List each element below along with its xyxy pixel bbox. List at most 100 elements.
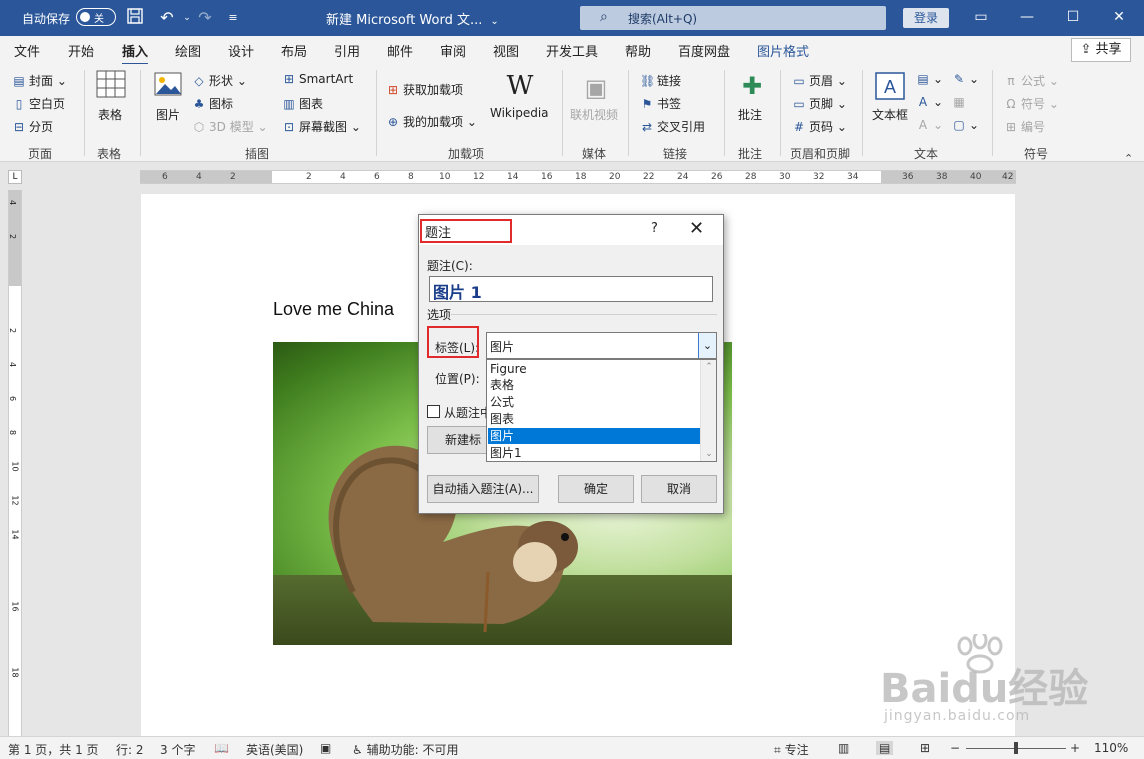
- signature-line-button[interactable]: ✎ ⌄: [952, 72, 979, 86]
- page-break-button[interactable]: ⊟ 分页: [12, 118, 53, 135]
- comment-button-label[interactable]: 批注: [738, 106, 762, 123]
- blank-page-button[interactable]: ▯ 空白页: [12, 95, 65, 112]
- scroll-down-icon[interactable]: ⌄: [701, 449, 717, 459]
- customize-icon[interactable]: ≡: [222, 7, 244, 29]
- help-icon[interactable]: ?: [651, 221, 658, 236]
- table-button-label[interactable]: 表格: [98, 106, 122, 123]
- tab-help[interactable]: 帮助: [625, 41, 651, 60]
- equation-button[interactable]: π 公式 ⌄: [1004, 72, 1059, 89]
- zoom-level[interactable]: 110%: [1094, 741, 1128, 755]
- tab-mailings[interactable]: 邮件: [387, 41, 413, 60]
- tab-selector[interactable]: L: [8, 170, 22, 184]
- label-option[interactable]: 图表: [488, 411, 700, 427]
- page-number-button[interactable]: # 页码 ⌄: [792, 118, 847, 135]
- icons-button[interactable]: ♣ 图标: [192, 95, 233, 112]
- label-dropdown-list[interactable]: Figure 表格 公式 图表 图片 图片1 ⌃ ⌄: [486, 359, 717, 462]
- tab-baidu-netdisk[interactable]: 百度网盘: [678, 41, 730, 60]
- share-button[interactable]: ⇪ 共享: [1071, 38, 1131, 62]
- get-addins-button[interactable]: ⊞ 获取加载项: [386, 81, 463, 98]
- tab-layout[interactable]: 布局: [281, 41, 307, 60]
- cover-page-button[interactable]: ▤ 封面 ⌄: [12, 72, 67, 89]
- ok-button[interactable]: 确定: [558, 475, 634, 503]
- zoom-slider-thumb[interactable]: [1014, 742, 1018, 754]
- word-count[interactable]: 3 个字: [160, 741, 195, 758]
- online-video-icon[interactable]: ▣: [580, 72, 612, 104]
- bookmark-button[interactable]: ⚑ 书签: [640, 95, 681, 112]
- wordart-button[interactable]: A ⌄: [916, 95, 943, 109]
- document-text[interactable]: Love me China: [273, 299, 394, 320]
- proofing-icon[interactable]: 📖: [214, 741, 229, 755]
- save-icon[interactable]: [124, 7, 146, 29]
- online-video-button-label[interactable]: 联机视频: [570, 106, 618, 123]
- track-changes-icon[interactable]: ▣: [320, 741, 331, 755]
- tab-picture-format[interactable]: 图片格式: [757, 41, 809, 60]
- textbox-button-label[interactable]: 文本框: [872, 106, 908, 123]
- language-status[interactable]: 英语(美国): [246, 741, 303, 758]
- tab-references[interactable]: 引用: [334, 41, 360, 60]
- maximize-icon[interactable]: ☐: [1050, 0, 1096, 36]
- smartart-button[interactable]: ⊞ SmartArt: [282, 72, 353, 86]
- tab-home[interactable]: 开始: [68, 41, 94, 60]
- label-option[interactable]: Figure: [488, 361, 700, 377]
- comment-icon[interactable]: ✚: [736, 70, 768, 102]
- ribbon-display-icon[interactable]: ▭: [958, 0, 1004, 36]
- label-combobox[interactable]: 图片 ⌄: [486, 332, 717, 359]
- my-addins-button[interactable]: ⊕ 我的加载项 ⌄: [386, 113, 477, 130]
- read-mode-icon[interactable]: ▥: [838, 741, 849, 755]
- label-option[interactable]: 图片1: [488, 445, 700, 461]
- accessibility-status[interactable]: ♿ 辅助功能: 不可用: [352, 741, 458, 758]
- focus-mode[interactable]: ⌗ 专注: [774, 741, 809, 758]
- cross-reference-button[interactable]: ⇄ 交叉引用: [640, 118, 705, 135]
- dialog-close-icon[interactable]: ✕: [689, 218, 704, 239]
- login-button[interactable]: 登录: [903, 8, 949, 28]
- label-option[interactable]: 公式: [488, 394, 700, 410]
- zoom-out-icon[interactable]: −: [950, 741, 960, 755]
- title-chevron-icon[interactable]: ⌄: [490, 16, 498, 27]
- print-layout-icon[interactable]: ▤: [876, 741, 894, 755]
- new-label-button[interactable]: 新建标签: [427, 426, 487, 454]
- redo-icon[interactable]: ↷: [194, 7, 216, 29]
- screenshot-button[interactable]: ⊡ 屏幕截图 ⌄: [282, 118, 361, 135]
- web-layout-icon[interactable]: ⊞: [920, 741, 930, 755]
- autosave-toggle[interactable]: 关: [76, 8, 116, 26]
- number-button[interactable]: ⊞ 编号: [1004, 118, 1045, 135]
- zoom-in-icon[interactable]: +: [1070, 741, 1080, 755]
- dropcap-button[interactable]: A ⌄: [916, 118, 943, 132]
- symbol-button[interactable]: Ω 符号 ⌄: [1004, 95, 1058, 112]
- wikipedia-icon[interactable]: W: [504, 70, 536, 102]
- tab-insert[interactable]: 插入: [122, 41, 149, 66]
- horizontal-ruler[interactable]: 6 4 2 2 4 6 8 10 12 14 16 18 20 22 24 26…: [140, 170, 1016, 184]
- dropdown-scrollbar[interactable]: ⌃ ⌄: [700, 360, 716, 461]
- line-number[interactable]: 行: 2: [116, 741, 144, 758]
- header-button[interactable]: ▭ 页眉 ⌄: [792, 72, 847, 89]
- quick-parts-button[interactable]: ▤ ⌄: [916, 72, 943, 86]
- picture-button-label[interactable]: 图片: [156, 106, 180, 123]
- date-time-button[interactable]: ▦: [952, 95, 969, 109]
- chevron-down-icon[interactable]: ⌄: [698, 333, 716, 358]
- close-icon[interactable]: ✕: [1096, 0, 1142, 36]
- tab-developer[interactable]: 开发工具: [546, 41, 598, 60]
- picture-icon[interactable]: [152, 72, 184, 104]
- label-option[interactable]: 表格: [488, 377, 700, 393]
- 3d-models-button[interactable]: ⬡ 3D 模型 ⌄: [192, 118, 268, 135]
- collapse-ribbon-icon[interactable]: ⌃: [1124, 152, 1133, 165]
- object-button[interactable]: ▢ ⌄: [952, 118, 979, 132]
- shapes-button[interactable]: ◇ 形状 ⌄: [192, 72, 247, 89]
- link-button[interactable]: ⛓ 链接: [640, 72, 681, 89]
- minimize-icon[interactable]: —: [1004, 0, 1050, 36]
- tab-design[interactable]: 设计: [228, 41, 254, 60]
- label-option-selected[interactable]: 图片: [488, 428, 700, 444]
- caption-input[interactable]: 图片 1: [429, 276, 713, 302]
- table-icon[interactable]: [95, 70, 127, 102]
- tab-draw[interactable]: 绘图: [175, 41, 201, 60]
- search-input[interactable]: ⌕ 搜索(Alt+Q): [580, 6, 886, 30]
- chart-button[interactable]: ▥ 图表: [282, 95, 323, 112]
- autoinsert-caption-button[interactable]: 自动插入题注(A)...: [427, 475, 539, 503]
- scroll-up-icon[interactable]: ⌃: [701, 362, 717, 372]
- wikipedia-button-label[interactable]: Wikipedia: [490, 106, 549, 120]
- textbox-icon[interactable]: A: [874, 72, 906, 104]
- exclude-label-checkbox[interactable]: [427, 405, 440, 418]
- undo-icon[interactable]: ↶: [156, 7, 178, 29]
- footer-button[interactable]: ▭ 页脚 ⌄: [792, 95, 847, 112]
- tab-review[interactable]: 审阅: [440, 41, 466, 60]
